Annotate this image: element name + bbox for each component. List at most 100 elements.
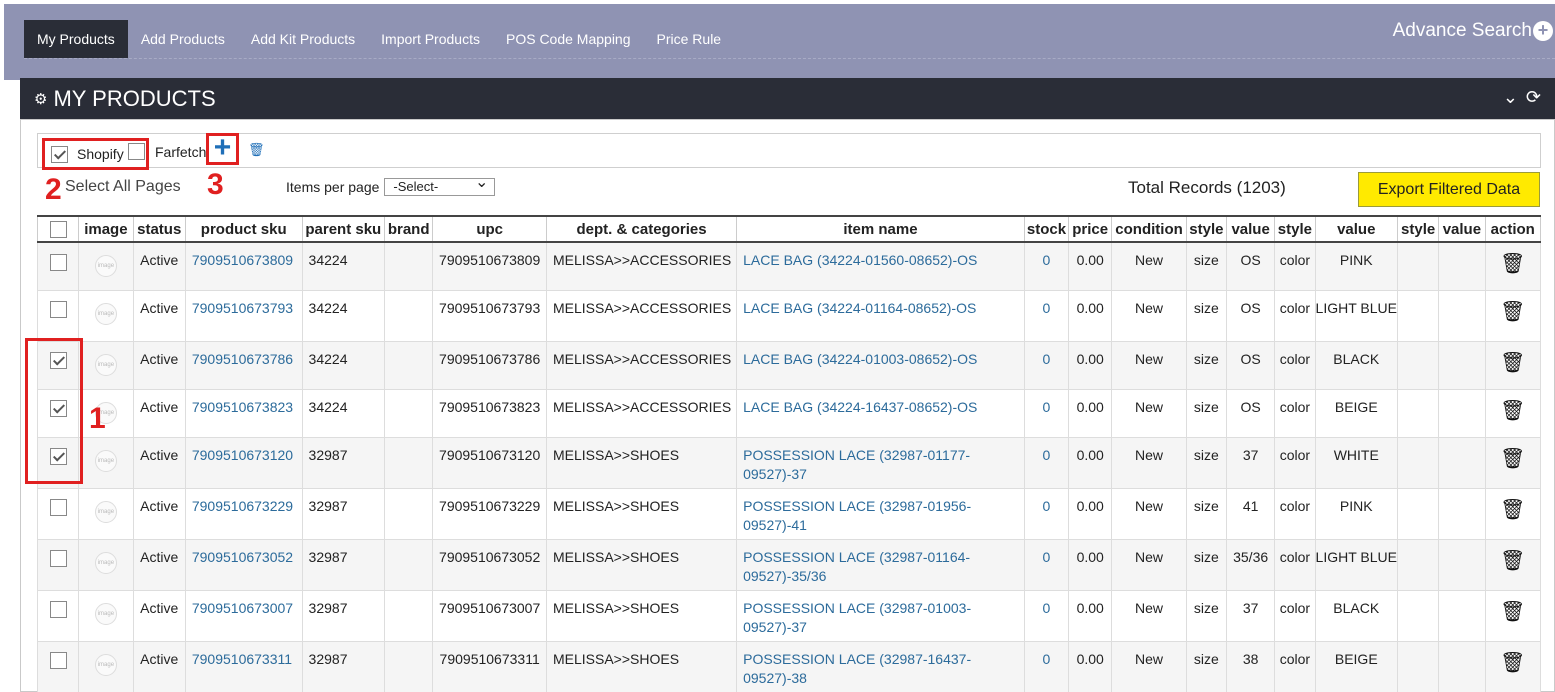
cell-status: Active — [132, 538, 186, 591]
cell-item-name[interactable]: LACE BAG (34224-16437-08652)-OS — [736, 388, 1025, 438]
trash-icon[interactable]: 🗑 — [248, 142, 265, 158]
cell-product-sku[interactable]: 7909510673311 — [184, 640, 303, 692]
cell-item-name[interactable]: POSSESSION LACE (32987-01003-09527)-37 — [736, 589, 1025, 642]
cell-action[interactable]: 🗑 — [1484, 340, 1541, 390]
advance-search-button[interactable]: Advance Search + — [1393, 20, 1553, 42]
row-select-checkbox[interactable] — [49, 301, 67, 319]
select-all-checkbox[interactable] — [49, 220, 67, 238]
cell-product-sku[interactable]: 7909510673793 — [184, 289, 303, 342]
image-placeholder-icon: image — [94, 449, 117, 472]
delete-trash-icon[interactable]: 🗑 — [1500, 500, 1525, 520]
chevron-down-icon[interactable]: ⌄ — [1503, 87, 1518, 108]
delete-trash-icon[interactable]: 🗑 — [1500, 302, 1525, 322]
cell-parent-sku: 34224 — [301, 340, 386, 390]
product-thumbnail: image — [78, 436, 134, 489]
header-select[interactable] — [36, 215, 80, 243]
delete-trash-icon[interactable]: 🗑 — [1500, 551, 1525, 571]
shopify-checkbox[interactable] — [51, 145, 68, 163]
cell-item-name[interactable]: LACE BAG (34224-01003-08652)-OS — [736, 340, 1025, 390]
cell-status: Active — [132, 388, 186, 438]
row-checkbox[interactable] — [36, 538, 80, 591]
cell-item-name[interactable]: POSSESSION LACE (32987-01956-09527)-41 — [736, 487, 1025, 540]
delete-trash-icon[interactable]: 🗑 — [1500, 401, 1525, 421]
cell-dept-categories: MELISSA>>SHOES — [545, 640, 738, 692]
cell-condition: New — [1111, 436, 1187, 489]
cell-style-3 — [1396, 589, 1440, 642]
header-status: status — [132, 215, 186, 243]
delete-trash-icon[interactable]: 🗑 — [1500, 353, 1525, 373]
cell-style-3 — [1396, 340, 1440, 390]
delete-trash-icon[interactable]: 🗑 — [1500, 254, 1525, 274]
items-per-page-select[interactable]: -Select- — [384, 175, 496, 196]
farfetch-checkbox[interactable] — [128, 143, 145, 160]
nav-add-products[interactable]: Add Products — [128, 20, 238, 58]
row-select-checkbox[interactable] — [49, 499, 67, 517]
cell-action[interactable]: 🗑 — [1484, 538, 1541, 591]
row-select-checkbox[interactable] — [49, 601, 67, 619]
row-checkbox[interactable] — [36, 640, 80, 692]
row-checkbox[interactable] — [36, 241, 80, 291]
cell-stock[interactable]: 0 — [1023, 487, 1070, 540]
cell-condition: New — [1111, 640, 1187, 692]
cell-item-name[interactable]: LACE BAG (34224-01560-08652)-OS — [736, 241, 1025, 291]
cell-item-name[interactable]: POSSESSION LACE (32987-01177-09527)-37 — [736, 436, 1025, 489]
refresh-icon[interactable]: ⟳ — [1526, 87, 1541, 108]
row-select-checkbox[interactable] — [49, 652, 67, 670]
nav-import-products[interactable]: Import Products — [368, 20, 493, 58]
channel-farfetch[interactable]: Farfetch — [128, 143, 206, 160]
image-placeholder-icon: image — [94, 602, 117, 625]
cell-stock[interactable]: 0 — [1023, 388, 1070, 438]
row-checkbox[interactable] — [36, 289, 80, 342]
cell-stock[interactable]: 0 — [1023, 538, 1070, 591]
cell-condition: New — [1111, 538, 1187, 591]
row-checkbox[interactable] — [36, 589, 80, 642]
cell-parent-sku: 32987 — [301, 589, 386, 642]
cell-status: Active — [132, 340, 186, 390]
cell-product-sku[interactable]: 7909510673120 — [184, 436, 303, 489]
cell-action[interactable]: 🗑 — [1484, 289, 1541, 342]
cell-product-sku[interactable]: 7909510673007 — [184, 589, 303, 642]
select-all-pages[interactable]: Select All Pages — [39, 178, 181, 196]
delete-trash-icon[interactable]: 🗑 — [1500, 449, 1525, 469]
row-checkbox[interactable] — [36, 487, 80, 540]
cell-product-sku[interactable]: 7909510673809 — [184, 241, 303, 291]
table-row: image Active 7909510673229 32987 79095106732… — [36, 487, 1541, 540]
cell-value-1: OS — [1225, 340, 1276, 390]
export-filtered-data-button[interactable]: Export Filtered Data — [1358, 172, 1540, 207]
cell-action[interactable]: 🗑 — [1484, 589, 1541, 642]
nav-add-kit-products[interactable]: Add Kit Products — [238, 20, 368, 58]
cell-stock[interactable]: 0 — [1023, 241, 1070, 291]
cell-item-name[interactable]: POSSESSION LACE (32987-01164-09527)-35/3… — [736, 538, 1025, 591]
cell-product-sku[interactable]: 7909510673229 — [184, 487, 303, 540]
cell-stock[interactable]: 0 — [1023, 436, 1070, 489]
cell-product-sku[interactable]: 7909510673786 — [184, 340, 303, 390]
cell-condition: New — [1111, 589, 1187, 642]
cell-action[interactable]: 🗑 — [1484, 487, 1541, 540]
cell-stock[interactable]: 0 — [1023, 289, 1070, 342]
cell-price: 0.00 — [1068, 241, 1113, 291]
cell-stock[interactable]: 0 — [1023, 340, 1070, 390]
nav-my-products[interactable]: My Products — [24, 20, 128, 58]
cell-action[interactable]: 🗑 — [1484, 241, 1541, 291]
row-select-checkbox[interactable] — [49, 253, 67, 271]
cell-action[interactable]: 🗑 — [1484, 640, 1541, 692]
delete-trash-icon[interactable]: 🗑 — [1500, 602, 1525, 622]
cell-style-3 — [1396, 487, 1440, 540]
delete-trash-icon[interactable]: 🗑 — [1500, 653, 1525, 673]
table-row: image Active 7909510673786 34224 79095106737… — [36, 340, 1541, 390]
nav-price-rule[interactable]: Price Rule — [644, 20, 735, 58]
row-select-checkbox[interactable] — [49, 550, 67, 568]
nav-pos-code-mapping[interactable]: POS Code Mapping — [493, 20, 644, 58]
cell-action[interactable]: 🗑 — [1484, 436, 1541, 489]
cell-product-sku[interactable]: 7909510673823 — [184, 388, 303, 438]
add-channel-button[interactable]: + — [206, 133, 239, 165]
cell-stock[interactable]: 0 — [1023, 640, 1070, 692]
header-item-name: item name — [736, 215, 1025, 243]
cell-parent-sku: 34224 — [301, 241, 386, 291]
cell-item-name[interactable]: LACE BAG (34224-01164-08652)-OS — [736, 289, 1025, 342]
cell-product-sku[interactable]: 7909510673052 — [184, 538, 303, 591]
cell-item-name[interactable]: POSSESSION LACE (32987-16437-09527)-38 — [736, 640, 1025, 692]
cell-value-1: OS — [1225, 388, 1276, 438]
cell-stock[interactable]: 0 — [1023, 589, 1070, 642]
cell-action[interactable]: 🗑 — [1484, 388, 1541, 438]
